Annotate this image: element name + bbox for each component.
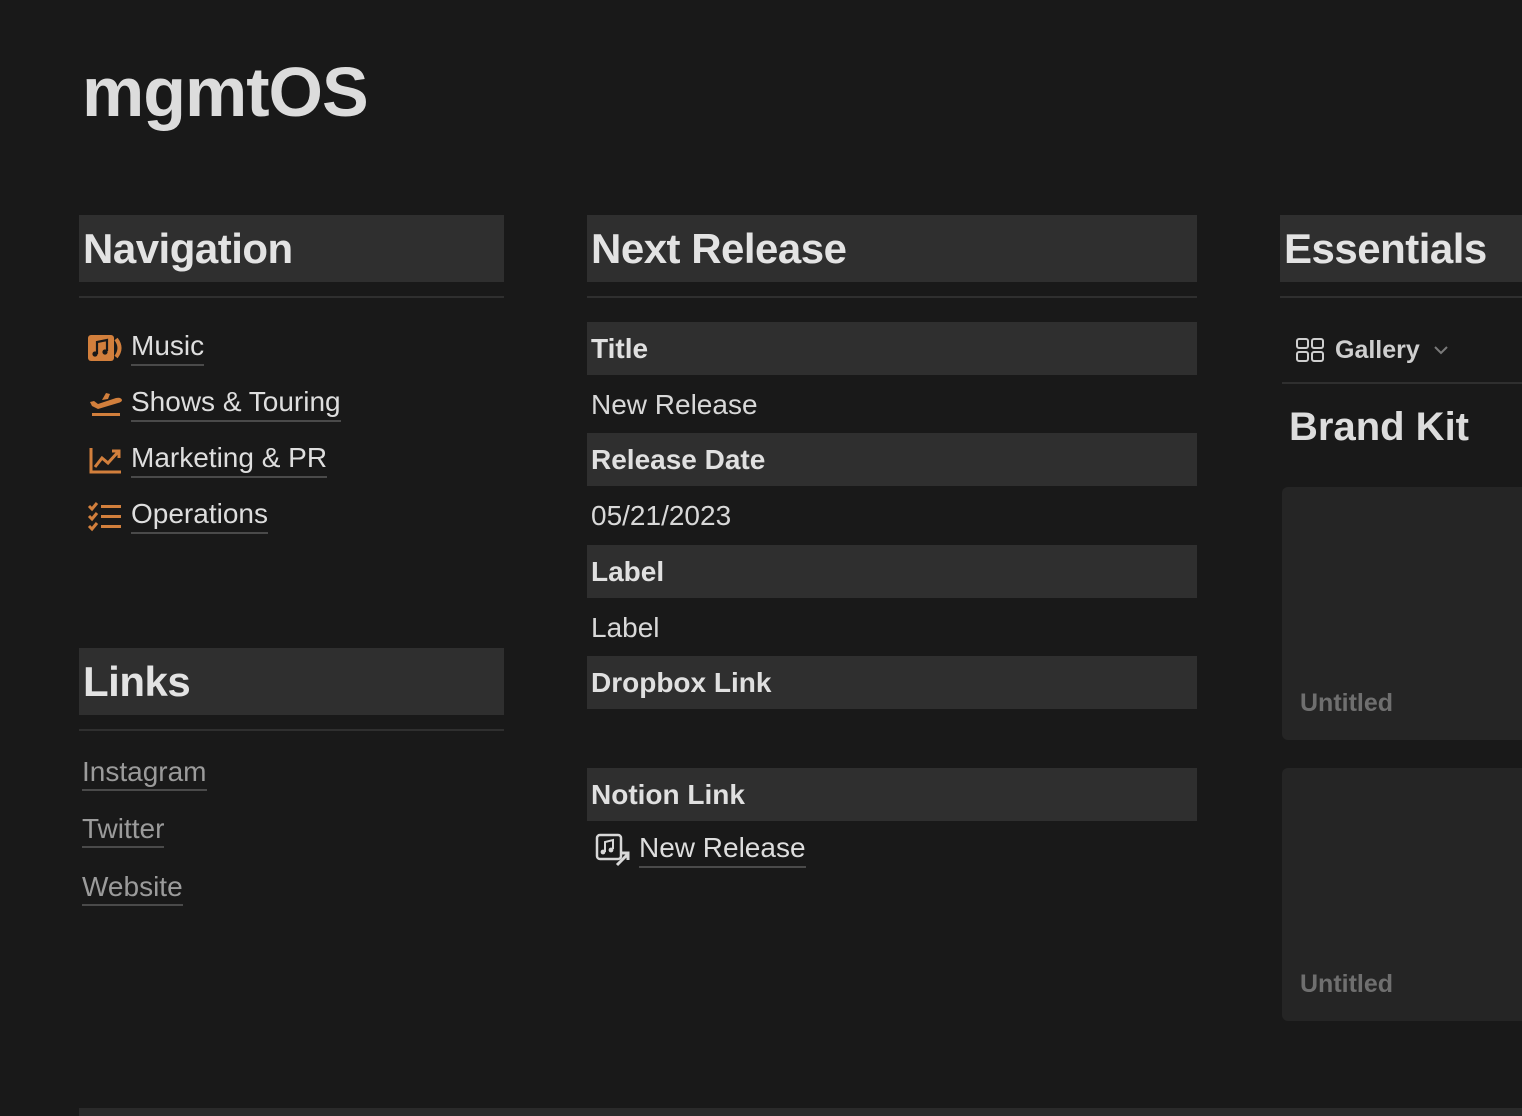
nav-item-operations[interactable]: Operations: [79, 496, 268, 536]
property-label-label: Label: [587, 545, 1197, 598]
property-notion-link-label: Notion Link: [587, 768, 1197, 821]
property-title-label: Title: [587, 322, 1197, 375]
link-website[interactable]: Website: [82, 871, 183, 906]
property-value: Label: [591, 612, 660, 643]
property-dropbox-link-value[interactable]: [587, 710, 1201, 768]
view-label: Gallery: [1335, 335, 1420, 364]
property-title-value[interactable]: New Release: [587, 376, 1201, 434]
gallery-card-title: Untitled: [1300, 689, 1394, 717]
chevron-down-icon: [1432, 344, 1450, 356]
link-instagram[interactable]: Instagram: [82, 756, 207, 791]
navigation-heading: Navigation: [79, 215, 504, 282]
link-twitter[interactable]: Twitter: [82, 813, 165, 848]
nav-item-shows-touring[interactable]: Shows & Touring: [79, 384, 341, 424]
divider: [1282, 382, 1522, 384]
next-release-heading: Next Release: [587, 215, 1197, 282]
nav-item-music[interactable]: Music: [79, 328, 205, 368]
nav-item-marketing-pr[interactable]: Marketing & PR: [79, 440, 328, 480]
property-value: 05/21/2023: [591, 500, 732, 531]
nav-item-label: Operations: [131, 498, 268, 534]
gallery-card[interactable]: Untitled: [1282, 487, 1522, 740]
divider: [1280, 296, 1522, 298]
links-heading: Links: [79, 648, 504, 715]
nav-item-label: Music: [131, 330, 205, 366]
page-title: mgmtOS: [82, 53, 369, 131]
property-release-date-label: Release Date: [587, 433, 1197, 486]
property-release-date-value[interactable]: 05/21/2023: [587, 487, 1201, 545]
bottom-divider: [79, 1108, 1522, 1116]
property-dropbox-link-label: Dropbox Link: [587, 656, 1197, 709]
essentials-heading: Essentials: [1280, 215, 1522, 282]
divider: [79, 729, 504, 731]
property-name: Notion Link: [591, 778, 745, 810]
link-label: Instagram: [82, 756, 207, 791]
notion-link-page[interactable]: New Release: [587, 830, 806, 870]
property-name: Title: [591, 332, 649, 364]
gallery-card-title: Untitled: [1300, 970, 1394, 998]
property-label-value[interactable]: Label: [587, 599, 1201, 657]
gallery-grid-icon: [1295, 337, 1325, 363]
navigation-heading-text: Navigation: [83, 224, 293, 272]
nav-item-label: Shows & Touring: [131, 386, 341, 422]
nav-item-label: Marketing & PR: [131, 442, 328, 478]
divider: [79, 296, 504, 298]
gallery-group-title: Brand Kit: [1289, 405, 1469, 449]
gallery-card[interactable]: Untitled: [1282, 768, 1522, 1021]
property-value: New Release: [591, 389, 758, 420]
next-release-heading-text: Next Release: [591, 224, 847, 272]
trending-chart-icon: [85, 442, 125, 478]
property-name: Label: [591, 555, 665, 587]
link-label: Website: [82, 871, 183, 906]
music-page-link-icon: [593, 832, 633, 868]
music-album-icon: [85, 330, 125, 366]
property-name: Release Date: [591, 443, 766, 475]
property-name: Dropbox Link: [591, 666, 772, 698]
checklist-icon: [85, 498, 125, 534]
airplane-takeoff-icon: [85, 386, 125, 422]
notion-link-label: New Release: [639, 832, 806, 868]
view-switcher-gallery[interactable]: Gallery: [1295, 332, 1450, 368]
divider: [587, 296, 1197, 298]
essentials-heading-text: Essentials: [1284, 224, 1487, 272]
link-label: Twitter: [82, 813, 165, 848]
links-heading-text: Links: [83, 657, 191, 705]
